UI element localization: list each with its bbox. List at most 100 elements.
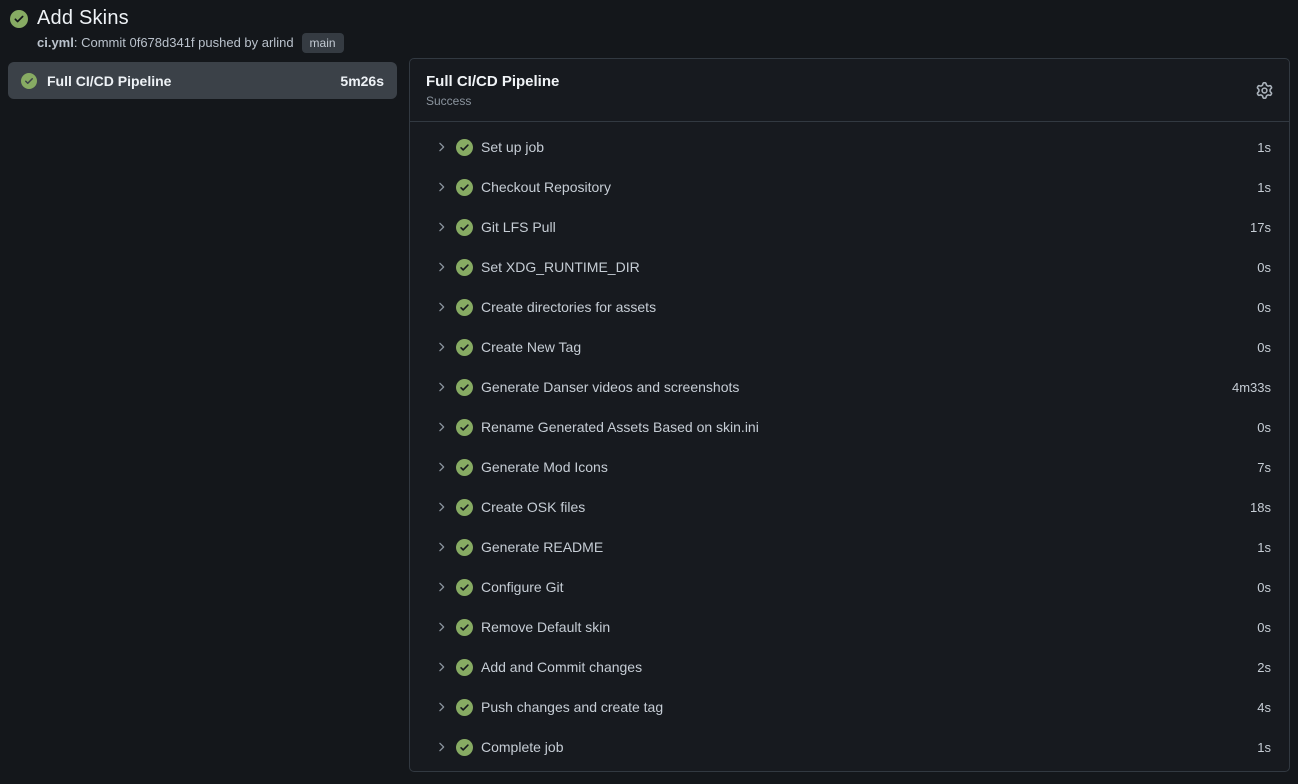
step-duration: 17s xyxy=(1250,220,1271,235)
step-name: Push changes and create tag xyxy=(481,699,663,715)
workflow-file-name: ci.yml xyxy=(37,34,74,52)
chevron-right-icon[interactable] xyxy=(434,220,448,234)
chevron-right-icon[interactable] xyxy=(434,340,448,354)
step-row[interactable]: Git LFS Pull 17s xyxy=(410,207,1289,247)
step-duration: 0s xyxy=(1257,620,1271,635)
job-detail-panel: Full CI/CD Pipeline Success Se xyxy=(409,58,1290,772)
step-duration: 7s xyxy=(1257,460,1271,475)
step-duration: 2s xyxy=(1257,660,1271,675)
step-row[interactable]: Create directories for assets 0s xyxy=(410,287,1289,327)
step-duration: 18s xyxy=(1250,500,1271,515)
step-duration: 4s xyxy=(1257,700,1271,715)
gear-icon xyxy=(1256,87,1273,102)
run-header-text: Add Skins ci.yml: Commit 0f678d341f push… xyxy=(37,6,344,53)
step-row[interactable]: Rename Generated Assets Based on skin.in… xyxy=(410,407,1289,447)
step-duration: 0s xyxy=(1257,340,1271,355)
step-status-check-circle-icon xyxy=(456,699,473,716)
chevron-right-icon[interactable] xyxy=(434,260,448,274)
panel-header-text: Full CI/CD Pipeline Success xyxy=(426,72,559,108)
chevron-right-icon[interactable] xyxy=(434,500,448,514)
chevron-right-icon[interactable] xyxy=(434,460,448,474)
step-status-check-circle-icon xyxy=(456,379,473,396)
step-status-check-circle-icon xyxy=(456,339,473,356)
steps-list: Set up job 1s Checkout Repository 1s xyxy=(410,122,1289,767)
step-name: Rename Generated Assets Based on skin.in… xyxy=(481,419,759,435)
step-duration: 0s xyxy=(1257,580,1271,595)
run-title: Add Skins xyxy=(37,6,344,30)
step-name: Generate Mod Icons xyxy=(481,459,608,475)
step-duration: 1s xyxy=(1257,180,1271,195)
step-row[interactable]: Create OSK files 18s xyxy=(410,487,1289,527)
step-duration: 0s xyxy=(1257,420,1271,435)
step-status-check-circle-icon xyxy=(456,139,473,156)
branch-badge[interactable]: main xyxy=(302,33,344,53)
chevron-right-icon[interactable] xyxy=(434,140,448,154)
chevron-right-icon[interactable] xyxy=(434,620,448,634)
commit-text: : Commit 0f678d341f pushed by arlind xyxy=(74,34,294,52)
step-name: Create directories for assets xyxy=(481,299,656,315)
chevron-right-icon[interactable] xyxy=(434,420,448,434)
chevron-right-icon[interactable] xyxy=(434,580,448,594)
step-name: Generate README xyxy=(481,539,603,555)
step-status-check-circle-icon xyxy=(456,619,473,636)
job-duration: 5m26s xyxy=(340,73,384,89)
step-status-check-circle-icon xyxy=(456,299,473,316)
actions-run-page: Add Skins ci.yml: Commit 0f678d341f push… xyxy=(0,0,1298,784)
step-row[interactable]: Set XDG_RUNTIME_DIR 0s xyxy=(410,247,1289,287)
step-name: Set XDG_RUNTIME_DIR xyxy=(481,259,640,275)
step-row[interactable]: Set up job 1s xyxy=(410,127,1289,167)
step-duration: 0s xyxy=(1257,300,1271,315)
step-status-check-circle-icon xyxy=(456,579,473,596)
step-status-check-circle-icon xyxy=(456,739,473,756)
step-duration: 1s xyxy=(1257,740,1271,755)
step-row[interactable]: Remove Default skin 0s xyxy=(410,607,1289,647)
job-status-check-circle-icon xyxy=(21,73,37,89)
step-status-check-circle-icon xyxy=(456,419,473,436)
chevron-right-icon[interactable] xyxy=(434,740,448,754)
step-name: Checkout Repository xyxy=(481,179,611,195)
step-status-check-circle-icon xyxy=(456,499,473,516)
step-duration: 1s xyxy=(1257,140,1271,155)
step-duration: 4m33s xyxy=(1232,380,1271,395)
step-row[interactable]: Generate README 1s xyxy=(410,527,1289,567)
step-status-check-circle-icon xyxy=(456,459,473,476)
step-name: Generate Danser videos and screenshots xyxy=(481,379,739,395)
step-status-check-circle-icon xyxy=(456,179,473,196)
step-name: Remove Default skin xyxy=(481,619,610,635)
step-row[interactable]: Configure Git 0s xyxy=(410,567,1289,607)
job-settings-button[interactable] xyxy=(1256,82,1273,99)
run-subtitle: ci.yml: Commit 0f678d341f pushed by arli… xyxy=(37,33,344,53)
step-row[interactable]: Create New Tag 0s xyxy=(410,327,1289,367)
sidebar-job-item-full-ci-cd-pipeline[interactable]: Full CI/CD Pipeline 5m26s xyxy=(8,62,397,99)
step-name: Git LFS Pull xyxy=(481,219,556,235)
step-row[interactable]: Checkout Repository 1s xyxy=(410,167,1289,207)
step-status-check-circle-icon xyxy=(456,539,473,556)
chevron-right-icon[interactable] xyxy=(434,540,448,554)
chevron-right-icon[interactable] xyxy=(434,380,448,394)
step-row[interactable]: Add and Commit changes 2s xyxy=(410,647,1289,687)
step-name: Configure Git xyxy=(481,579,563,595)
panel-header: Full CI/CD Pipeline Success xyxy=(410,59,1289,122)
step-status-check-circle-icon xyxy=(456,659,473,676)
chevron-right-icon[interactable] xyxy=(434,180,448,194)
panel-title: Full CI/CD Pipeline xyxy=(426,72,559,91)
step-status-check-circle-icon xyxy=(456,259,473,276)
step-row[interactable]: Complete job 1s xyxy=(410,727,1289,767)
step-row[interactable]: Generate Mod Icons 7s xyxy=(410,447,1289,487)
chevron-right-icon[interactable] xyxy=(434,660,448,674)
step-status-check-circle-icon xyxy=(456,219,473,236)
step-duration: 1s xyxy=(1257,540,1271,555)
step-name: Set up job xyxy=(481,139,544,155)
chevron-right-icon[interactable] xyxy=(434,300,448,314)
step-row[interactable]: Generate Danser videos and screenshots 4… xyxy=(410,367,1289,407)
panel-status-text: Success xyxy=(426,94,559,108)
step-name: Add and Commit changes xyxy=(481,659,642,675)
step-row[interactable]: Push changes and create tag 4s xyxy=(410,687,1289,727)
step-name: Create OSK files xyxy=(481,499,585,515)
run-status-check-circle-icon xyxy=(10,10,28,53)
run-header: Add Skins ci.yml: Commit 0f678d341f push… xyxy=(10,6,344,53)
step-duration: 0s xyxy=(1257,260,1271,275)
step-name: Complete job xyxy=(481,739,564,755)
chevron-right-icon[interactable] xyxy=(434,700,448,714)
step-name: Create New Tag xyxy=(481,339,581,355)
